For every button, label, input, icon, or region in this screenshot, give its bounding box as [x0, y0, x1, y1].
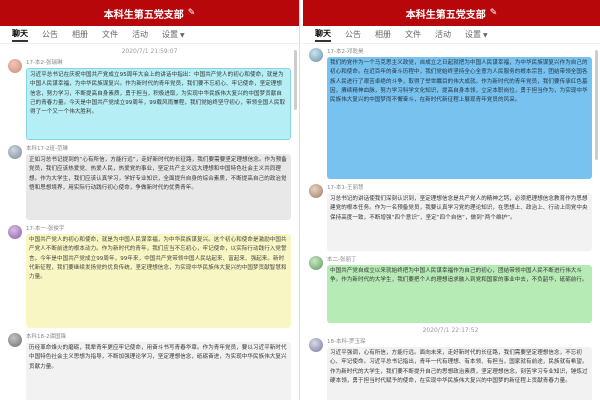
message-sender: 17-本1-王丽慧 — [327, 185, 364, 191]
message-sender: 17-本2-邓乾昊 — [327, 49, 364, 55]
message-sender: 本科17-2班-范琳 — [26, 146, 68, 152]
chat-titlebar: 本科生第五党支部 ✎ — [0, 0, 299, 26]
tab-announcement[interactable]: 公告 — [42, 29, 58, 40]
avatar[interactable] — [309, 184, 323, 198]
message-bubble: 习近平总书记在庆祝中国共产党成立95周年大会上的讲话中指出：中国共产党人的初心和… — [26, 68, 291, 140]
message-item: 本科17-2班-范琳 正如习总书记提到的“心有所信，方能行远”，走好新时代的长征… — [8, 144, 291, 220]
tab-album[interactable]: 相册 — [375, 29, 391, 40]
tab-chat[interactable]: 聊天 — [12, 28, 28, 42]
message-item: 17-本2-张瑞琳 习近平总书记在庆祝中国共产党成立95周年大会上的讲话中指出：… — [8, 58, 291, 140]
message-list: 2020/7/1 21:59:07 17-本2-张瑞琳 习近平总书记在庆祝中国共… — [0, 44, 299, 400]
message-bubble: 中国共产党人的初心和使命，就是为中国人民谋幸福，为中华民族谋复兴。这个初心和使命… — [26, 234, 291, 328]
message-item: 本科18-2谭国锋 历经革命烽火的磨砺，我辈青年更应牢记使命，用奋斗书写青春华章… — [8, 332, 291, 400]
avatar[interactable] — [8, 333, 22, 347]
message-bubble: 历经革命烽火的磨砺，我辈青年更应牢记使命，用奋斗书写青春华章。作为青年党员，要以… — [26, 342, 291, 400]
message-sender: 17-本一-张俊宇 — [26, 226, 65, 232]
scrollbar[interactable] — [595, 50, 598, 160]
chevron-down-icon: ▼ — [180, 32, 185, 39]
left-chat-window: 本科生第五党支部 ✎ 聊天 公告 相册 文件 活动 设置 ▼ 2020/7/1 2… — [0, 0, 300, 400]
message-item: 17-本2-邓乾昊 我们的党作为一个马克思主义政党，自成立之日起就把为中国人民谋… — [309, 47, 592, 179]
tab-files[interactable]: 文件 — [405, 29, 421, 40]
message-list: 17-本2-邓乾昊 我们的党作为一个马克思主义政党，自成立之日起就把为中国人民谋… — [303, 44, 600, 400]
scrollbar[interactable] — [294, 50, 297, 110]
chat-titlebar: 本科生第五党支部 ✎ — [303, 0, 600, 26]
avatar[interactable] — [309, 256, 323, 270]
avatar[interactable] — [309, 48, 323, 62]
tab-settings-label: 设置 — [465, 30, 481, 39]
tab-announcement[interactable]: 公告 — [345, 29, 361, 40]
message-bubble: 正如习总书记提到的“心有所信，方能行远”，走好新时代的长征路，我们要需要坚定理想… — [26, 154, 291, 220]
message-item: 17-本1-王丽慧 习总书记的讲话使我们深刻认识到，坚定理想信念是共产党人的精神… — [309, 183, 592, 251]
group-title: 本科生第五党支部 — [405, 9, 486, 21]
tab-album[interactable]: 相册 — [72, 29, 88, 40]
tab-files[interactable]: 文件 — [102, 29, 118, 40]
tab-settings-label: 设置 — [162, 30, 178, 39]
avatar[interactable] — [8, 145, 22, 159]
tab-bar: 聊天 公告 相册 文件 活动 设置 ▼ — [303, 26, 600, 44]
message-item: 本二-张丽丁 中国共产党自成立以来就始终把为中国人民谋幸福作为自己的初心，团结带… — [309, 255, 592, 323]
message-timestamp: 2020/7/1 22:17:52 — [422, 327, 479, 334]
message-bubble: 习近平强调，心有所信，方能行远。面向未来，走好新时代的长征路，我们需要坚定理想信… — [327, 347, 592, 400]
message-sender: 本二-张丽丁 — [327, 257, 357, 263]
tab-bar: 聊天 公告 相册 文件 活动 设置 ▼ — [0, 26, 299, 44]
tab-chat[interactable]: 聊天 — [315, 28, 331, 42]
tab-settings[interactable]: 设置 ▼ — [162, 29, 185, 40]
tab-activity[interactable]: 活动 — [435, 29, 451, 40]
tab-settings[interactable]: 设置 ▼ — [465, 29, 488, 40]
message-sender: 17-本2-张瑞琳 — [26, 60, 63, 66]
tab-activity[interactable]: 活动 — [132, 29, 148, 40]
avatar[interactable] — [8, 225, 22, 239]
group-title: 本科生第五党支部 — [103, 9, 184, 21]
message-bubble: 习总书记的讲话使我们深刻认识到，坚定理想信念是共产党人的精神之钙，必须把理想信念… — [327, 193, 592, 251]
message-bubble: 中国共产党自成立以来就始终把为中国人民谋幸福作为自己的初心，团结带领中国人民不断… — [327, 265, 592, 323]
avatar[interactable] — [309, 338, 323, 352]
message-sender: 本科18-2谭国锋 — [26, 334, 66, 340]
message-item: 17-本一-张俊宇 中国共产党人的初心和使命，就是为中国人民谋幸福，为中华民族谋… — [8, 224, 291, 328]
chevron-down-icon: ▼ — [483, 32, 488, 39]
edit-icon[interactable]: ✎ — [490, 8, 498, 18]
right-chat-window: 本科生第五党支部 ✎ 聊天 公告 相册 文件 活动 设置 ▼ 17-本2-邓乾昊 … — [303, 0, 600, 400]
avatar[interactable] — [8, 59, 22, 73]
message-item: 18-本科-罗玉琛 习近平强调，心有所信，方能行远。面向未来，走好新时代的长征路… — [309, 337, 592, 400]
message-bubble: 我们的党作为一个马克思主义政党，自成立之日起就把为中国人民谋幸福，为中华民族谋复… — [327, 57, 592, 179]
message-timestamp: 2020/7/1 21:59:07 — [121, 48, 178, 55]
edit-icon[interactable]: ✎ — [188, 8, 196, 18]
message-sender: 18-本科-罗玉琛 — [327, 339, 366, 345]
